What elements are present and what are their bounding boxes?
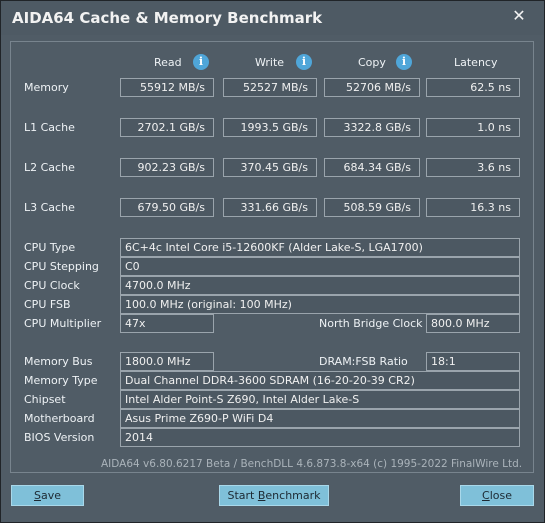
cpu-stepping-label: CPU Stepping [24,260,99,273]
column-header-latency: Latency [454,56,498,69]
l1-copy-value: 3322.8 GB/s [324,118,420,137]
row-label-memory: Memory [24,81,69,94]
l3-read-value: 679.50 GB/s [120,198,214,217]
memory-type-label: Memory Type [24,374,98,387]
north-bridge-clock-label: North Bridge Clock [319,317,423,330]
l2-read-value: 902.23 GB/s [120,158,214,177]
memory-copy-value: 52706 MB/s [324,78,420,97]
l3-copy-value: 508.59 GB/s [324,198,420,217]
l1-latency-value: 1.0 ns [426,118,520,137]
memory-latency-value: 62.5 ns [426,78,520,97]
column-header-write: Write [255,56,285,69]
dram-fsb-ratio-value: 18:1 [426,352,520,371]
cpu-type-label: CPU Type [24,241,76,254]
cpu-fsb-label: CPU FSB [24,298,71,311]
l2-latency-value: 3.6 ns [426,158,520,177]
row-label-l3-cache: L3 Cache [24,201,75,214]
row-label-l2-cache: L2 Cache [24,161,75,174]
cpu-multiplier-label: CPU Multiplier [24,317,102,330]
memory-write-value: 52527 MB/s [223,78,317,97]
cpu-stepping-value: C0 [120,257,520,276]
column-header-read: Read [154,56,182,69]
info-icon-write[interactable]: i [296,54,312,70]
close-button[interactable]: Close [460,485,534,506]
benchmark-window: AIDA64 Cache & Memory Benchmark ✕ Read i… [0,0,545,523]
close-label-rest: lose [489,489,512,502]
chipset-label: Chipset [24,393,66,406]
cpu-multiplier-value: 47x [120,314,214,333]
memory-bus-label: Memory Bus [24,355,93,368]
memory-type-value: Dual Channel DDR4-3600 SDRAM (16-20-20-3… [120,371,520,390]
info-icon-read[interactable]: i [193,54,209,70]
bios-version-value: 2014 [120,428,520,447]
l3-latency-value: 16.3 ns [426,198,520,217]
l2-write-value: 370.45 GB/s [223,158,317,177]
save-hotkey: S [33,489,41,502]
close-hotkey: C [482,489,490,502]
row-label-l1-cache: L1 Cache [24,121,75,134]
cpu-type-value: 6C+4c Intel Core i5-12600KF (Alder Lake-… [120,238,520,257]
start-label-rest: enchmark [265,489,321,502]
window-title: AIDA64 Cache & Memory Benchmark [12,9,323,27]
title-bar[interactable]: AIDA64 Cache & Memory Benchmark ✕ [1,1,544,35]
l1-read-value: 2702.1 GB/s [120,118,214,137]
memory-read-value: 55912 MB/s [120,78,214,97]
save-button[interactable]: Save [11,485,84,506]
l2-copy-value: 684.34 GB/s [324,158,420,177]
version-copyright: AIDA64 v6.80.6217 Beta / BenchDLL 4.6.87… [101,458,523,470]
l1-write-value: 1993.5 GB/s [223,118,317,137]
memory-bus-value: 1800.0 MHz [120,352,214,371]
bios-version-label: BIOS Version [24,431,95,444]
save-label-rest: ave [40,489,61,502]
north-bridge-clock-value: 800.0 MHz [426,314,520,333]
cpu-clock-value: 4700.0 MHz [120,276,520,295]
column-header-copy: Copy [358,56,386,69]
close-icon[interactable]: ✕ [510,5,528,27]
motherboard-value: Asus Prime Z690-P WiFi D4 [120,409,520,428]
chipset-value: Intel Alder Point-S Z690, Intel Alder La… [120,390,520,409]
info-icon-copy[interactable]: i [396,54,412,70]
start-label-pre: Start [227,489,258,502]
l3-write-value: 331.66 GB/s [223,198,317,217]
start-benchmark-button[interactable]: Start Benchmark [219,485,329,506]
motherboard-label: Motherboard [24,412,95,425]
cpu-clock-label: CPU Clock [24,279,80,292]
cpu-fsb-value: 100.0 MHz (original: 100 MHz) [120,295,520,314]
dram-fsb-ratio-label: DRAM:FSB Ratio [319,355,408,368]
